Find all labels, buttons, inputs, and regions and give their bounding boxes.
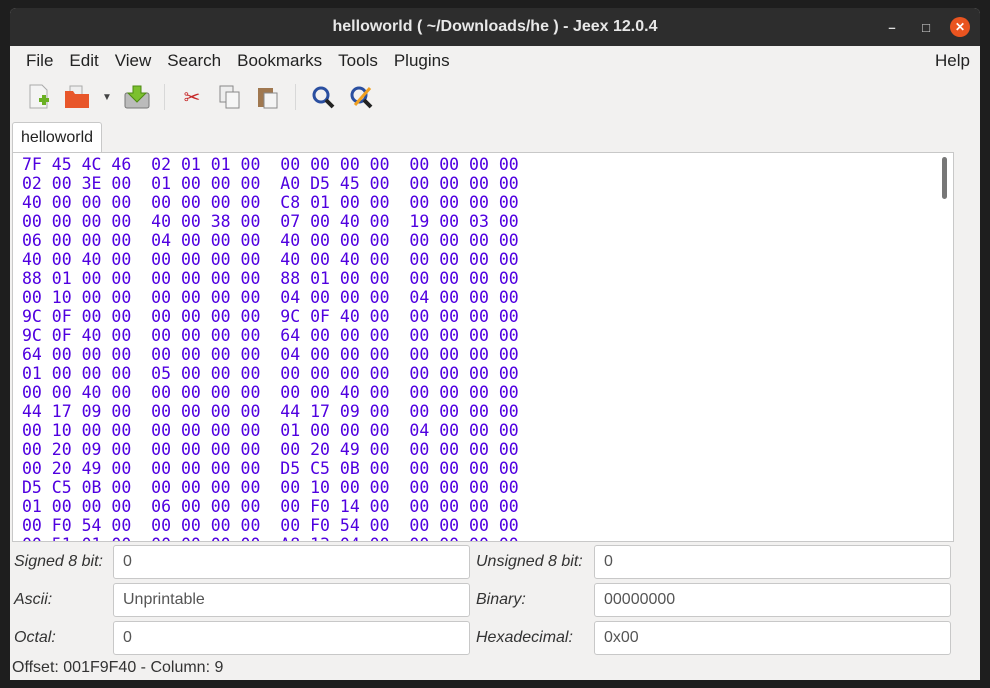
new-file-icon[interactable] [22,82,56,112]
hex-row[interactable]: 7F 45 4C 46 02 01 01 00 00 00 00 00 00 0… [22,155,519,174]
value-inspector: Signed 8 bit: 0 Unsigned 8 bit: 0 Ascii:… [10,543,980,657]
hex-row[interactable]: D5 C5 0B 00 00 00 00 00 00 10 00 00 00 0… [22,478,519,497]
octal-field[interactable]: 0 [113,621,470,655]
app-window: helloworld ( ~/Downloads/he ) - Jeex 12.… [10,8,980,680]
unsigned8-field[interactable]: 0 [594,545,951,579]
octal-label: Octal: [14,629,56,646]
window-title: helloworld ( ~/Downloads/he ) - Jeex 12.… [332,18,658,35]
hex-row[interactable]: 00 20 49 00 00 00 00 00 D5 C5 0B 00 00 0… [22,459,519,478]
binary-field[interactable]: 00000000 [594,583,951,617]
hex-row[interactable]: 40 00 40 00 00 00 00 00 40 00 40 00 00 0… [22,250,519,269]
menu-tools[interactable]: Tools [330,51,386,71]
unsigned8-label: Unsigned 8 bit: [476,553,583,570]
hex-row[interactable]: 01 00 00 00 06 00 00 00 00 F0 14 00 00 0… [22,497,519,516]
toolbar-separator [164,84,165,110]
hex-row[interactable]: 00 F0 54 00 00 00 00 00 00 F0 54 00 00 0… [22,516,519,535]
toolbar: ▼ ✂ [10,76,980,118]
hex-row[interactable]: 00 10 00 00 00 00 00 00 04 00 00 00 04 0… [22,288,519,307]
hex-row[interactable]: 44 17 09 00 00 00 00 00 44 17 09 00 00 0… [22,402,519,421]
signed8-label: Signed 8 bit: [14,553,103,570]
hexadecimal-label: Hexadecimal: [476,629,573,646]
hex-row[interactable]: 00 20 09 00 00 00 00 00 00 20 49 00 00 0… [22,440,519,459]
menu-bookmarks[interactable]: Bookmarks [229,51,330,71]
hex-row[interactable]: 06 00 00 00 04 00 00 00 40 00 00 00 00 0… [22,231,519,250]
hex-row[interactable]: 9C 0F 00 00 00 00 00 00 9C 0F 40 00 00 0… [22,307,519,326]
menu-help[interactable]: Help [927,51,978,71]
hex-row[interactable]: 00 10 00 00 00 00 00 00 01 00 00 00 04 0… [22,421,519,440]
cut-icon[interactable]: ✂ [175,82,209,112]
copy-icon[interactable] [213,82,247,112]
hex-row[interactable]: 01 00 00 00 05 00 00 00 00 00 00 00 00 0… [22,364,519,383]
menu-edit[interactable]: Edit [61,51,106,71]
hex-row[interactable]: 00 00 00 00 40 00 38 00 07 00 40 00 19 0… [22,212,519,231]
ascii-label: Ascii: [14,591,53,608]
hex-row[interactable]: 64 00 00 00 00 00 00 00 04 00 00 00 00 0… [22,345,519,364]
binary-label: Binary: [476,591,526,608]
save-icon[interactable] [120,82,154,112]
find-icon[interactable] [306,82,340,112]
menu-file[interactable]: File [18,51,61,71]
hex-row[interactable]: 00 00 40 00 00 00 00 00 00 00 40 00 00 0… [22,383,519,402]
ascii-field[interactable]: Unprintable [113,583,470,617]
hex-row[interactable]: 9C 0F 40 00 00 00 00 00 64 00 00 00 00 0… [22,326,519,345]
menu-view[interactable]: View [107,51,160,71]
maximize-button[interactable]: □ [916,17,936,37]
menu-plugins[interactable]: Plugins [386,51,458,71]
signed8-field[interactable]: 0 [113,545,470,579]
hex-view[interactable]: 7F 45 4C 46 02 01 01 00 00 00 00 00 00 0… [12,152,954,542]
hexadecimal-field[interactable]: 0x00 [594,621,951,655]
hex-content[interactable]: 7F 45 4C 46 02 01 01 00 00 00 00 00 00 0… [22,155,519,541]
hex-row[interactable]: 02 00 3E 00 01 00 00 00 A0 D5 45 00 00 0… [22,174,519,193]
tab-bar: helloworld [10,118,980,153]
menu-search[interactable]: Search [159,51,229,71]
close-button[interactable]: ✕ [950,17,970,37]
open-folder-icon[interactable] [60,82,94,112]
status-bar: Offset: 001F9F40 - Column: 9 [12,659,224,676]
hex-row[interactable]: 40 00 00 00 00 00 00 00 C8 01 00 00 00 0… [22,193,519,212]
menu-bar: File Edit View Search Bookmarks Tools Pl… [10,46,980,76]
find-replace-icon[interactable] [344,82,378,112]
hex-row[interactable]: 88 01 00 00 00 00 00 00 88 01 00 00 00 0… [22,269,519,288]
hex-row[interactable]: 00 51 01 00 00 00 00 00 A8 13 04 00 00 0… [22,535,519,541]
title-bar: helloworld ( ~/Downloads/he ) - Jeex 12.… [10,8,980,46]
dropdown-arrow-icon[interactable]: ▼ [98,82,116,112]
tab-helloworld[interactable]: helloworld [12,122,103,153]
toolbar-separator [295,84,296,110]
paste-icon[interactable] [251,82,285,112]
vertical-scrollbar[interactable] [942,157,947,199]
minimize-button[interactable]: – [882,17,902,37]
